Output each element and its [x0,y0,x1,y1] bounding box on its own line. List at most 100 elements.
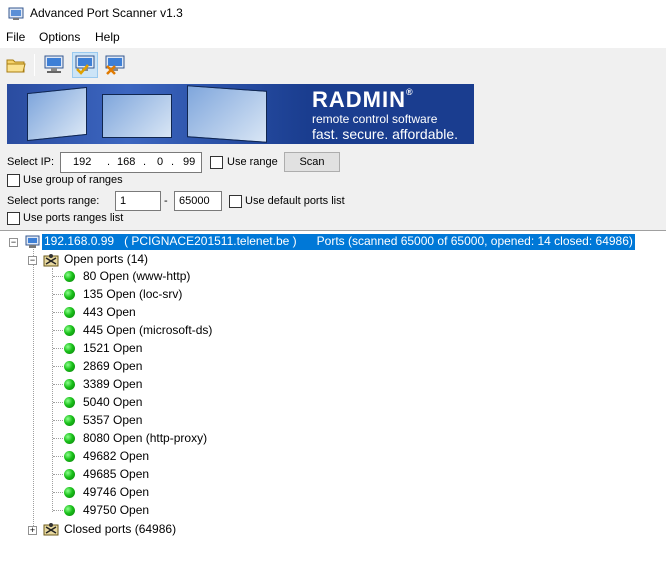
open-port-item[interactable]: 1521 Open [83,341,142,357]
ip-dot: . [171,156,175,168]
banner-graphic [7,84,307,144]
closed-ports-group[interactable]: Closed ports (64986) [64,522,176,538]
host-collapse-toggle[interactable]: − [9,238,18,247]
use-range-checkbox[interactable] [210,156,223,169]
computer-icon [44,55,64,73]
ip-octet-2[interactable]: 168 [117,156,135,168]
tree-line [53,366,63,367]
open-port-item[interactable]: 135 Open (loc-srv) [83,287,182,303]
ports-group-icon [43,254,59,267]
host-ports-summary: Ports (scanned 65000 of 65000, opened: 1… [316,234,633,248]
toolbar [0,48,666,82]
open-port-item[interactable]: 5357 Open [83,413,142,429]
menu-bar: File Options Help [0,28,666,48]
open-ports-group[interactable]: Open ports (14) [64,252,148,268]
ip-address-input[interactable]: 192 . 168 . 0 . 99 [60,152,202,173]
ip-dot: . [107,156,111,168]
banner-text-area: RADMIN® remote control software fast. se… [307,84,474,144]
window-title: Advanced Port Scanner v1.3 [30,6,183,20]
ip-dot: . [143,156,147,168]
open-status-icon [64,343,75,354]
stop-button[interactable] [102,52,128,78]
scan-ports-button[interactable] [72,52,98,78]
open-port-item[interactable]: 8080 Open (http-proxy) [83,431,207,447]
use-ports-ranges-checkbox[interactable] [7,212,20,225]
open-status-icon [64,415,75,426]
ip-octet-3[interactable]: 0 [157,156,163,168]
banner-tagline: fast. secure. affordable. [312,126,459,142]
open-port-item[interactable]: 2869 Open [83,359,142,375]
use-default-ports-label: Use default ports list [245,195,345,207]
use-range-label: Use range [227,156,278,168]
host-row[interactable]: 192.168.0.99 ( PCIGNACE201511.telenet.be… [42,234,635,250]
open-status-icon [64,487,75,498]
port-to-input[interactable]: 65000 [174,191,222,211]
menu-help[interactable]: Help [95,30,120,44]
use-group-label: Use group of ranges [23,174,123,186]
use-default-ports-checkbox[interactable] [229,195,242,208]
open-port-item[interactable]: 49685 Open [83,467,149,483]
computer-stop-icon [105,55,125,75]
open-status-icon [64,361,75,372]
open-port-item[interactable]: 80 Open (www-http) [83,269,190,285]
scan-button[interactable]: Scan [284,152,340,172]
select-ip-label: Select IP: [7,156,55,168]
tree-line [53,510,63,511]
use-ports-ranges-label: Use ports ranges list [23,212,124,224]
open-port-item[interactable]: 445 Open (microsoft-ds) [83,323,212,339]
open-status-icon [64,325,75,336]
open-status-icon [64,379,75,390]
open-status-icon [64,451,75,462]
tree-line [52,268,53,512]
open-ports-collapse-toggle[interactable]: − [28,256,37,265]
closed-ports-expand-toggle[interactable]: + [28,526,37,535]
radmin-banner[interactable]: RADMIN® remote control software fast. se… [7,84,474,144]
open-port-item[interactable]: 443 Open [83,305,136,321]
tree-line [53,384,63,385]
tree-line [33,249,34,530]
open-status-icon [64,271,75,282]
ip-octet-4[interactable]: 99 [183,156,195,168]
tree-line [53,474,63,475]
tree-line [53,402,63,403]
host-name: ( PCIGNACE201511.telenet.be ) [124,234,297,248]
menu-options[interactable]: Options [39,30,80,44]
open-port-item[interactable]: 49746 Open [83,485,149,501]
open-status-icon [64,307,75,318]
banner-subtitle: remote control software [312,112,438,126]
open-port-item[interactable]: 49682 Open [83,449,149,465]
open-folder-button[interactable] [3,52,29,78]
open-status-icon [64,433,75,444]
use-group-checkbox[interactable] [7,174,20,187]
results-tree[interactable]: − 192.168.0.99 ( PCIGNACE201511.telenet.… [0,230,666,577]
computer-check-icon [75,55,95,75]
port-range-separator: - [164,195,168,207]
port-from-input[interactable]: 1 [115,191,161,211]
ports-range-label: Select ports range: [7,195,100,207]
ip-octet-1[interactable]: 192 [73,156,91,168]
tree-line [53,312,63,313]
toolbar-separator [34,54,35,76]
tree-line [53,492,63,493]
host-computer-icon [25,235,40,248]
tree-line [53,420,63,421]
open-status-icon [64,469,75,480]
open-port-item[interactable]: 3389 Open [83,377,142,393]
title-bar: Advanced Port Scanner v1.3 [0,0,666,28]
open-port-item[interactable]: 49750 Open [83,503,149,519]
open-status-icon [64,397,75,408]
app-icon [8,7,24,20]
host-ip: 192.168.0.99 [44,234,115,248]
open-status-icon [64,505,75,516]
tree-line [53,456,63,457]
folder-icon [6,59,26,73]
radmin-logo: RADMIN® [312,87,414,112]
tree-line [53,438,63,439]
menu-file[interactable]: File [6,30,25,44]
tree-line [53,276,63,277]
tree-line [53,330,63,331]
scan-network-button[interactable] [41,52,67,78]
open-status-icon [64,289,75,300]
ports-group-icon [43,523,59,536]
open-port-item[interactable]: 5040 Open [83,395,142,411]
